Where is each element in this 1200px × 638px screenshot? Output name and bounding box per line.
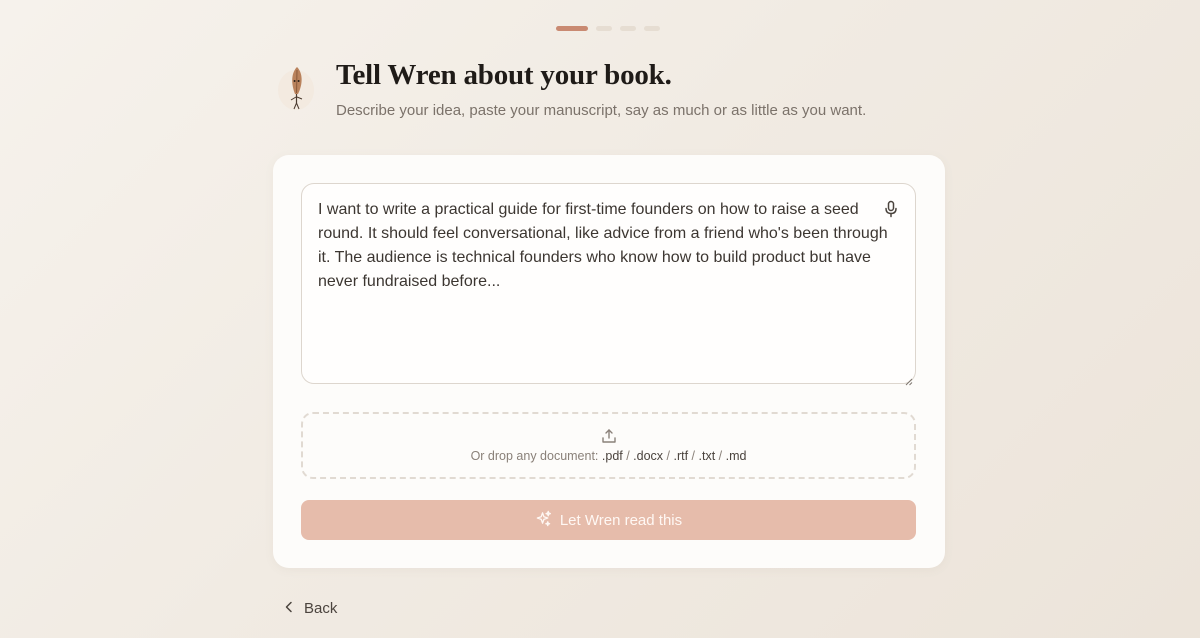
let-wren-read-button[interactable]: Let Wren read this (301, 500, 916, 540)
let-wren-read-label: Let Wren read this (559, 511, 683, 529)
chevron-left-icon (284, 600, 294, 617)
format-separator: / (688, 449, 699, 463)
progress-indicator (556, 26, 660, 31)
back-label: Back (304, 600, 338, 617)
progress-step-1 (556, 26, 588, 31)
format-rtf: .rtf (673, 449, 689, 463)
quill-mascot-icon (276, 64, 316, 112)
book-idea-text[interactable]: I want to write a practical guide for fi… (318, 198, 890, 294)
format-md: .md (725, 449, 747, 463)
resize-handle-icon[interactable] (905, 373, 913, 386)
format-docx: .docx (633, 449, 664, 463)
format-separator: / (663, 449, 674, 463)
book-idea-card: I want to write a practical guide for fi… (273, 155, 945, 568)
back-button[interactable]: Back (284, 600, 337, 617)
format-txt: .txt (698, 449, 716, 463)
format-separator: / (622, 449, 634, 463)
sparkles-icon (535, 510, 552, 531)
page-title: Tell Wren about your book. (336, 59, 672, 91)
page-subtitle: Describe your idea, paste your manuscrip… (336, 102, 867, 119)
format-separator: / (715, 449, 726, 463)
upload-icon (601, 428, 617, 444)
document-dropzone[interactable]: Or drop any document: .pdf / .docx / .rt… (301, 412, 916, 479)
microphone-icon[interactable] (883, 200, 899, 218)
progress-step-4 (644, 26, 660, 31)
progress-step-2 (596, 26, 612, 31)
progress-step-3 (620, 26, 636, 31)
dropzone-label: Or drop any document: .pdf / .docx / .rt… (303, 449, 914, 463)
dropzone-prefix: Or drop any document: (470, 449, 602, 463)
format-pdf: .pdf (601, 449, 623, 463)
book-idea-textarea[interactable]: I want to write a practical guide for fi… (301, 183, 916, 386)
